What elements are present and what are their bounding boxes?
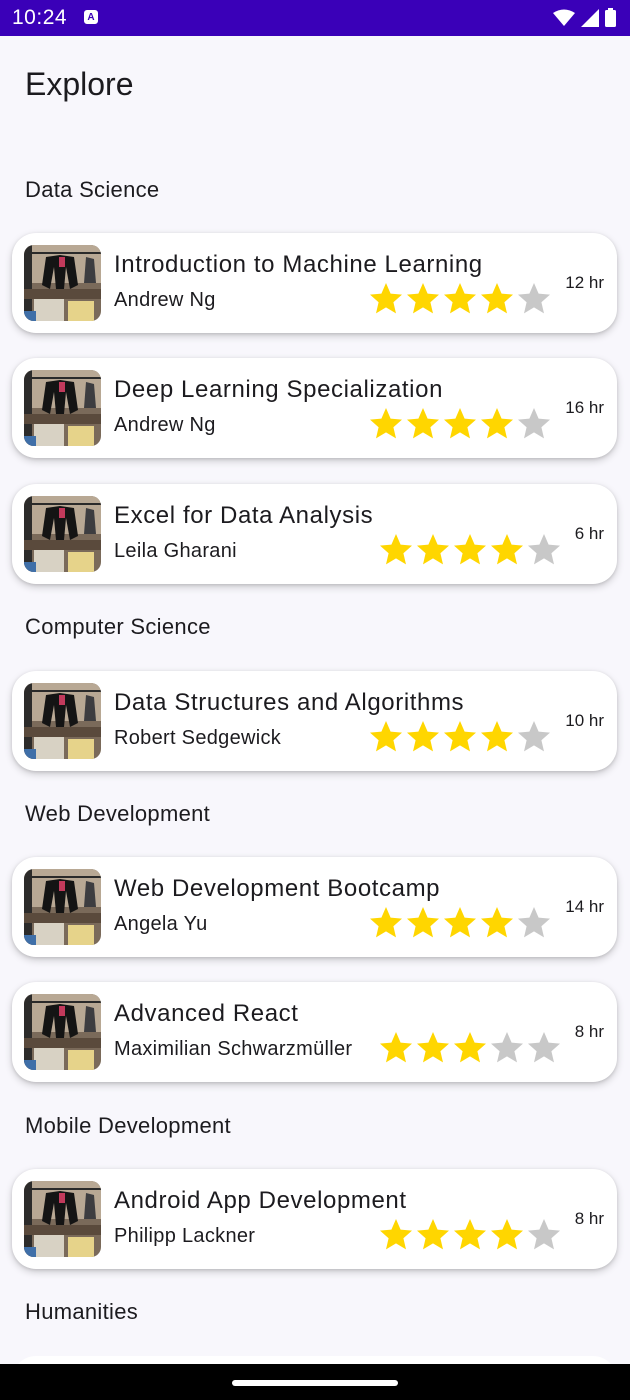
star-filled-icon xyxy=(370,907,402,938)
status-bar: 10:24 A xyxy=(0,0,630,36)
star-empty-icon xyxy=(491,1032,523,1063)
section-title-mobile-development: Mobile Development xyxy=(25,1113,231,1138)
course-duration: 16 hr xyxy=(565,398,604,417)
course-title: Deep Learning Specialization xyxy=(114,376,444,403)
course-thumbnail xyxy=(24,496,101,572)
course-card[interactable]: Introduction to Machine Learning Andrew … xyxy=(12,233,617,333)
star-empty-icon xyxy=(528,1219,560,1250)
course-thumbnail xyxy=(24,994,101,1070)
section-title-web-development: Web Development xyxy=(25,801,211,826)
star-filled-icon xyxy=(370,721,402,752)
course-thumbnail xyxy=(24,370,101,446)
star-filled-icon xyxy=(481,283,513,314)
course-thumbnail-image xyxy=(24,370,101,446)
star-filled-icon xyxy=(481,907,513,938)
course-duration: 6 hr xyxy=(574,524,604,543)
star-filled-icon xyxy=(491,534,523,565)
star-filled-icon xyxy=(417,534,449,565)
course-duration: 8 hr xyxy=(574,1022,604,1041)
star-empty-icon xyxy=(518,721,550,752)
star-filled-icon xyxy=(444,721,476,752)
status-time: 10:24 xyxy=(12,6,68,29)
star-filled-icon xyxy=(491,1219,523,1250)
course-card[interactable]: Web Development Bootcamp Angela Yu 14 hr xyxy=(12,857,617,957)
course-thumbnail xyxy=(24,1181,101,1257)
course-author: Andrew Ng xyxy=(114,289,216,311)
course-author: Philipp Lackner xyxy=(114,1225,256,1247)
course-title: Data Structures and Algorithms xyxy=(114,689,465,716)
course-rating xyxy=(378,532,562,566)
star-empty-icon xyxy=(528,1032,560,1063)
home-gesture-handle[interactable] xyxy=(232,1380,398,1386)
navigation-bar xyxy=(0,1364,630,1400)
wifi-icon xyxy=(553,9,575,26)
star-filled-icon xyxy=(444,907,476,938)
course-thumbnail-image xyxy=(24,683,101,759)
course-thumbnail xyxy=(24,869,101,945)
star-filled-icon xyxy=(481,408,513,439)
course-card[interactable]: Android App Development Philipp Lackner … xyxy=(12,1169,617,1269)
course-author: Leila Gharani xyxy=(114,540,237,562)
star-empty-icon xyxy=(518,408,550,439)
course-rating xyxy=(368,905,552,939)
page-title: Explore xyxy=(25,66,134,102)
course-title: Introduction to Machine Learning xyxy=(114,251,483,278)
star-filled-icon xyxy=(454,534,486,565)
star-filled-icon xyxy=(444,283,476,314)
course-thumbnail-image xyxy=(24,869,101,945)
course-rating xyxy=(368,719,552,753)
course-duration: 8 hr xyxy=(574,1209,604,1228)
section-title-data-science: Data Science xyxy=(25,177,160,202)
course-title: Web Development Bootcamp xyxy=(114,875,441,902)
star-filled-icon xyxy=(444,408,476,439)
course-title: Excel for Data Analysis xyxy=(114,502,374,529)
course-author: Angela Yu xyxy=(114,913,208,935)
course-card[interactable]: Data Structures and Algorithms Robert Se… xyxy=(12,671,617,771)
star-filled-icon xyxy=(417,1032,449,1063)
course-title: Android App Development xyxy=(114,1187,407,1214)
section-title-computer-science: Computer Science xyxy=(25,614,211,639)
star-empty-icon xyxy=(528,534,560,565)
course-author: Robert Sedgewick xyxy=(114,727,282,749)
course-thumbnail xyxy=(24,245,101,321)
course-thumbnail-image xyxy=(24,994,101,1070)
course-thumbnail-image xyxy=(24,245,101,321)
course-rating xyxy=(368,281,552,315)
course-author: Andrew Ng xyxy=(114,414,216,436)
star-filled-icon xyxy=(417,1219,449,1250)
star-filled-icon xyxy=(370,283,402,314)
star-filled-icon xyxy=(380,1219,412,1250)
course-rating xyxy=(368,406,552,440)
star-filled-icon xyxy=(380,534,412,565)
course-duration: 14 hr xyxy=(565,897,604,916)
course-card[interactable]: Deep Learning Specialization Andrew Ng 1… xyxy=(12,358,617,458)
course-rating xyxy=(378,1030,562,1064)
section-title-humanities: Humanities xyxy=(25,1299,139,1324)
star-filled-icon xyxy=(370,408,402,439)
course-card[interactable]: Advanced React Maximilian Schwarzmüller … xyxy=(12,982,617,1082)
star-filled-icon xyxy=(380,1032,412,1063)
star-empty-icon xyxy=(518,907,550,938)
course-duration: 12 hr xyxy=(565,273,604,292)
course-thumbnail-image xyxy=(24,496,101,572)
course-author: Maximilian Schwarzmüller xyxy=(114,1038,353,1060)
star-filled-icon xyxy=(407,907,439,938)
course-thumbnail xyxy=(24,683,101,759)
notification-icon: A xyxy=(84,10,98,24)
status-icons xyxy=(553,8,616,27)
star-filled-icon xyxy=(454,1219,486,1250)
course-card[interactable]: Excel for Data Analysis Leila Gharani 6 … xyxy=(12,484,617,584)
star-filled-icon xyxy=(407,283,439,314)
course-title: Advanced React xyxy=(114,1000,299,1027)
star-filled-icon xyxy=(407,408,439,439)
battery-icon xyxy=(605,8,616,27)
star-filled-icon xyxy=(407,721,439,752)
course-thumbnail-image xyxy=(24,1181,101,1257)
star-empty-icon xyxy=(518,283,550,314)
star-filled-icon xyxy=(481,721,513,752)
course-duration: 10 hr xyxy=(565,711,604,730)
signal-icon xyxy=(581,8,599,27)
star-filled-icon xyxy=(454,1032,486,1063)
course-rating xyxy=(378,1217,562,1251)
